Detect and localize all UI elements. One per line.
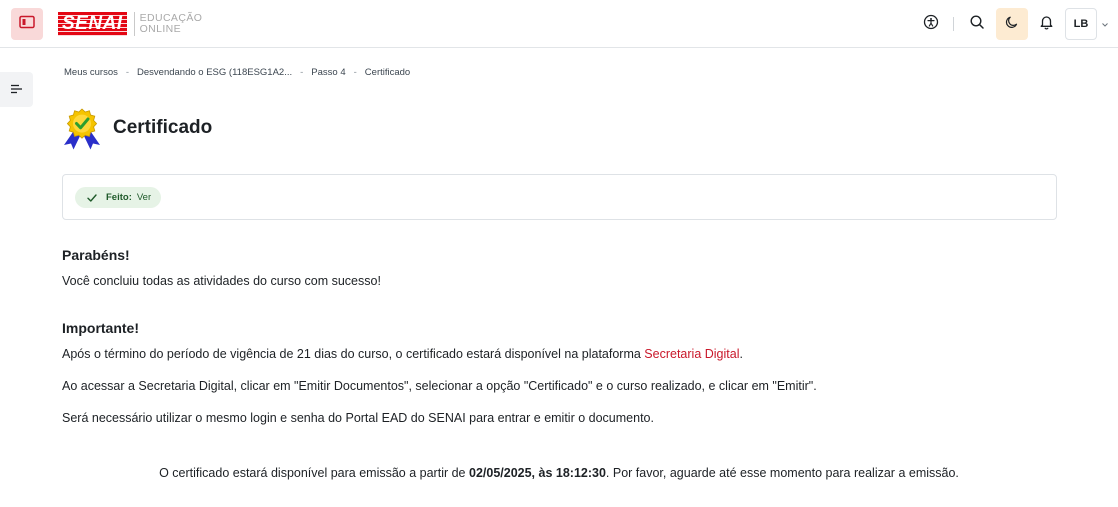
- award-ribbon-icon: [62, 108, 102, 150]
- availability-text: O certificado estará disponível para emi…: [159, 466, 469, 480]
- important-heading: Importante!: [62, 320, 139, 336]
- accessibility-icon: [923, 14, 939, 35]
- completion-status-value: Ver: [136, 192, 152, 203]
- dark-mode-toggle[interactable]: [996, 8, 1028, 40]
- search-icon: [969, 14, 985, 35]
- activity-completion-box: Feito: Ver: [62, 174, 1057, 220]
- important-paragraph-2: Ao acessar a Secretaria Digital, clicar …: [62, 379, 817, 393]
- important-paragraph-3: Será necessário utilizar o mesmo login e…: [62, 411, 654, 425]
- important-paragraph-1: Após o término do período de vigência de…: [62, 347, 743, 361]
- search-button[interactable]: [965, 12, 989, 36]
- breadcrumb-item-current[interactable]: Certificado: [365, 67, 410, 78]
- accessibility-button[interactable]: [919, 12, 943, 36]
- logo-divider: [133, 12, 135, 36]
- availability-date: 02/05/2025, às 18:12:30: [469, 466, 606, 480]
- breadcrumb-item-my-courses[interactable]: Meus cursos: [64, 67, 118, 78]
- para1-end: .: [739, 347, 743, 361]
- moon-icon: [1005, 15, 1019, 34]
- navbar-divider: [953, 17, 954, 31]
- logo-subtitle: EDUCAÇÃO ONLINE: [140, 13, 203, 35]
- logo-sub-line2: ONLINE: [139, 23, 182, 35]
- user-avatar[interactable]: LB: [1065, 8, 1097, 40]
- completion-status-label: Feito:: [106, 192, 132, 203]
- chevron-down-icon[interactable]: [1102, 19, 1108, 30]
- breadcrumb-separator: -: [353, 67, 357, 78]
- notifications-button[interactable]: [1034, 12, 1058, 36]
- congrats-text: Você concluiu todas as atividades do cur…: [62, 274, 381, 288]
- breadcrumb-item-course[interactable]: Desvendando o ESG (118ESG1A2...: [137, 67, 292, 78]
- availability-text-end: . Por favor, aguarde até esse momento pa…: [605, 466, 959, 480]
- drawer-toggle-button[interactable]: [11, 8, 43, 40]
- completion-status-badge: Feito: Ver: [75, 187, 162, 208]
- para1-text: Após o término do período de vigência de…: [62, 347, 645, 361]
- breadcrumb-separator: -: [125, 67, 130, 78]
- list-lines-icon: [10, 81, 24, 99]
- availability-notice: O certificado estará disponível para emi…: [0, 466, 1118, 480]
- congrats-heading: Parabéns!: [62, 247, 130, 263]
- course-index-toggle[interactable]: [0, 72, 33, 107]
- senai-logo[interactable]: SENAI EDUCAÇÃO ONLINE: [58, 12, 202, 36]
- breadcrumb: Meus cursos - Desvendando o ESG (118ESG1…: [64, 67, 410, 78]
- check-icon: [87, 193, 97, 202]
- breadcrumb-item-step[interactable]: Passo 4: [311, 67, 345, 78]
- breadcrumb-separator: -: [300, 67, 304, 78]
- logo-senai-text: SENAI: [58, 12, 127, 36]
- bell-icon: [1039, 14, 1054, 35]
- sidebar-panel-icon: [19, 15, 35, 34]
- secretaria-digital-link[interactable]: Secretaria Digital: [644, 347, 739, 361]
- top-navbar: SENAI EDUCAÇÃO ONLINE LB: [0, 0, 1118, 48]
- page-title: Certificado: [113, 117, 213, 138]
